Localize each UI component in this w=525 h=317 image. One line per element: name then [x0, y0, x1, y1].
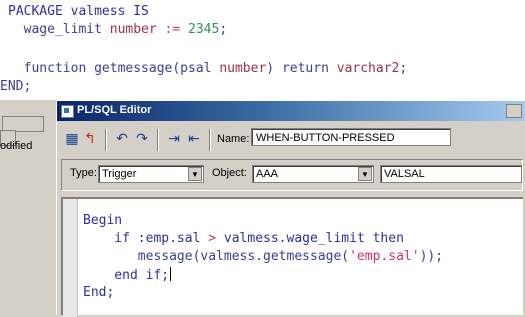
indent-icon[interactable]: ⇥: [165, 131, 183, 147]
code-editor[interactable]: Begin if :emp.sal > valmess.wage_limit t…: [61, 197, 523, 317]
outdent-icon[interactable]: ⇤: [185, 131, 203, 147]
type-value: Trigger: [102, 168, 137, 180]
selector-bar: Type: Trigger ▼ Object: AAA ▼ VALSAL: [61, 159, 523, 191]
code-line: message(valmess.getmessage('emp.sal'));: [83, 249, 444, 264]
revert-icon[interactable]: ↰: [81, 131, 99, 147]
editor-gutter: [63, 199, 78, 317]
name-label: Name:: [217, 133, 250, 145]
code-line: if :emp.sal > valmess.wage_limit then: [83, 231, 404, 246]
navigator-panel: odified: [0, 100, 59, 314]
text-caret: [170, 267, 172, 281]
trigger-name-field[interactable]: WHEN-BUTTON-PRESSED: [251, 128, 451, 146]
object-select[interactable]: AAA ▼: [252, 165, 374, 183]
code-line: end if;: [83, 267, 172, 283]
object-value: AAA: [256, 168, 279, 180]
window-title: PL/SQL Editor: [77, 104, 152, 116]
title-bar[interactable]: PL/SQL Editor: [57, 101, 525, 121]
type-label: Type:: [70, 167, 97, 179]
code-line: End;: [83, 285, 115, 300]
toolbar: ▦ ↰ ↶ ↷ ⇥ ⇤ Name: WHEN-BUTTON-PRESSED: [57, 123, 525, 155]
package-editor[interactable]: PACKAGE valmess IS wage_limit number := …: [0, 0, 525, 110]
code-line-package: PACKAGE valmess IS: [8, 4, 149, 19]
object-label: Object:: [212, 167, 247, 179]
redo-icon[interactable]: ↷: [133, 131, 151, 147]
chevron-down-icon[interactable]: ▼: [358, 167, 372, 181]
undo-icon[interactable]: ↶: [113, 131, 131, 147]
compile-icon[interactable]: ▦: [63, 131, 81, 147]
item-value: VALSAL: [384, 168, 425, 180]
chevron-down-icon[interactable]: ▼: [188, 167, 202, 181]
plsql-editor-window: PL/SQL Editor ▦ ↰ ↶ ↷ ⇥ ⇤ Name: WHEN-BUT…: [56, 100, 525, 317]
code-line-wage-limit: wage_limit number := 2345;: [8, 22, 228, 37]
type-select[interactable]: Trigger ▼: [98, 165, 204, 183]
editor-app-icon: [61, 105, 74, 118]
toolbar-separator: [209, 129, 211, 151]
modified-label: odified: [0, 140, 33, 152]
toolbar-separator: [105, 129, 107, 151]
item-select[interactable]: VALSAL: [380, 165, 522, 183]
code-line-end: END;: [0, 79, 32, 94]
code-line: Begin: [83, 213, 123, 228]
toolbar-separator: [157, 129, 159, 151]
minimize-button[interactable]: [506, 104, 522, 118]
code-line-function: function getmessage(psal number) return …: [8, 61, 408, 76]
